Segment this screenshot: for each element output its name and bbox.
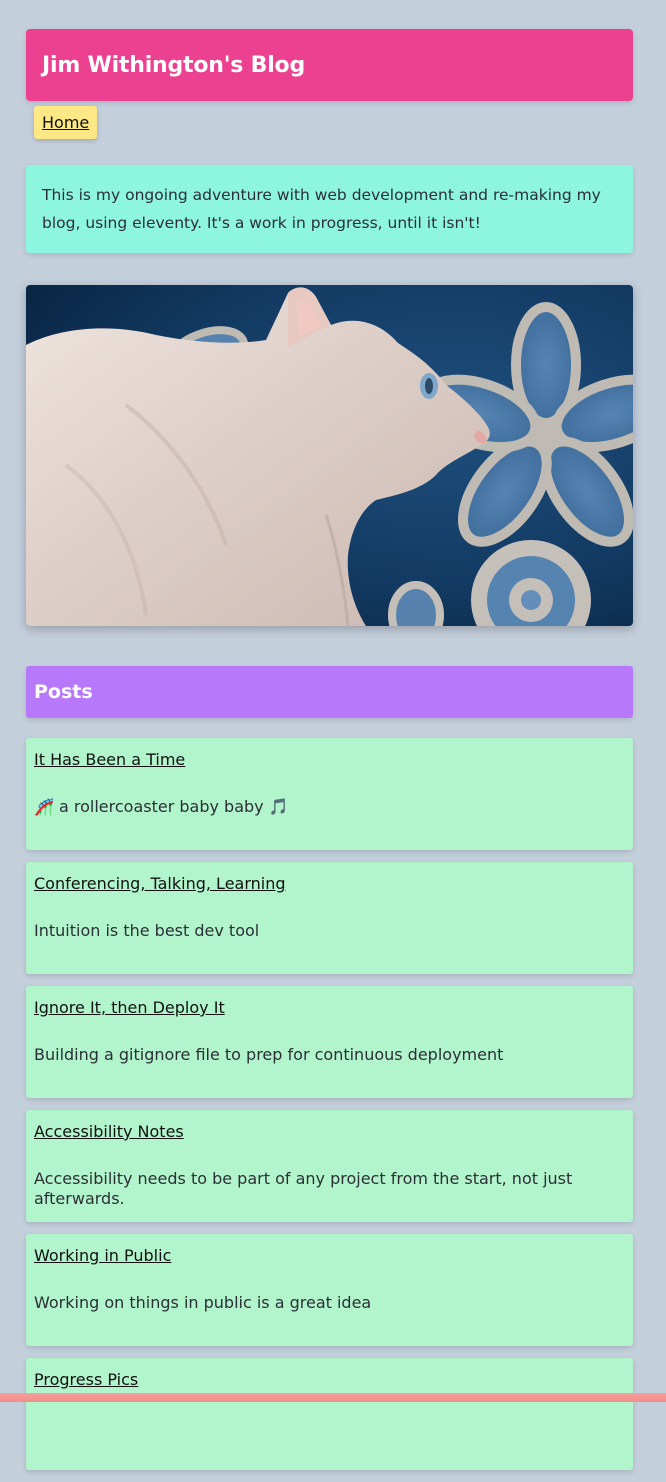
- post-title-link[interactable]: Ignore It, then Deploy It: [34, 998, 225, 1018]
- post-list: It Has Been a Time 🎢 a rollercoaster bab…: [26, 738, 633, 1482]
- post-excerpt: Building a gitignore file to prep for co…: [34, 1045, 504, 1064]
- site-header: Jim Withington's Blog: [26, 29, 633, 101]
- post-card: Conferencing, Talking, Learning Intuitio…: [26, 862, 633, 974]
- post-title-link[interactable]: Conferencing, Talking, Learning: [34, 874, 286, 894]
- hero-cat-image: [26, 285, 633, 626]
- posts-title: Posts: [34, 681, 93, 703]
- post-title-link[interactable]: Progress Pics: [34, 1370, 138, 1390]
- post-excerpt: Intuition is the best dev tool: [34, 921, 260, 940]
- posts-header: Posts: [26, 666, 633, 718]
- main-nav: Home: [34, 106, 98, 139]
- nav-home-link[interactable]: Home: [34, 106, 98, 139]
- post-title-link[interactable]: Accessibility Notes: [34, 1122, 184, 1142]
- post-excerpt: 🎢 a rollercoaster baby baby 🎵: [34, 797, 289, 816]
- post-title-link[interactable]: It Has Been a Time: [34, 750, 185, 770]
- post-excerpt: Working on things in public is a great i…: [34, 1293, 372, 1312]
- post-card: Accessibility Notes Accessibility needs …: [26, 1110, 633, 1222]
- post-card: Ignore It, then Deploy It Building a git…: [26, 986, 633, 1098]
- footer-edge-bar: [0, 1393, 666, 1402]
- intro-box: This is my ongoing adventure with web de…: [26, 165, 633, 253]
- post-title-link[interactable]: Working in Public: [34, 1246, 171, 1266]
- post-card: It Has Been a Time 🎢 a rollercoaster bab…: [26, 738, 633, 850]
- page-container: Jim Withington's Blog Home This is my on…: [26, 29, 633, 1470]
- post-card: Progress Pics: [26, 1358, 633, 1470]
- site-title: Jim Withington's Blog: [42, 52, 306, 78]
- post-card: Working in Public Working on things in p…: [26, 1234, 633, 1346]
- post-excerpt: Accessibility needs to be part of any pr…: [34, 1169, 573, 1208]
- intro-text: This is my ongoing adventure with web de…: [42, 186, 601, 232]
